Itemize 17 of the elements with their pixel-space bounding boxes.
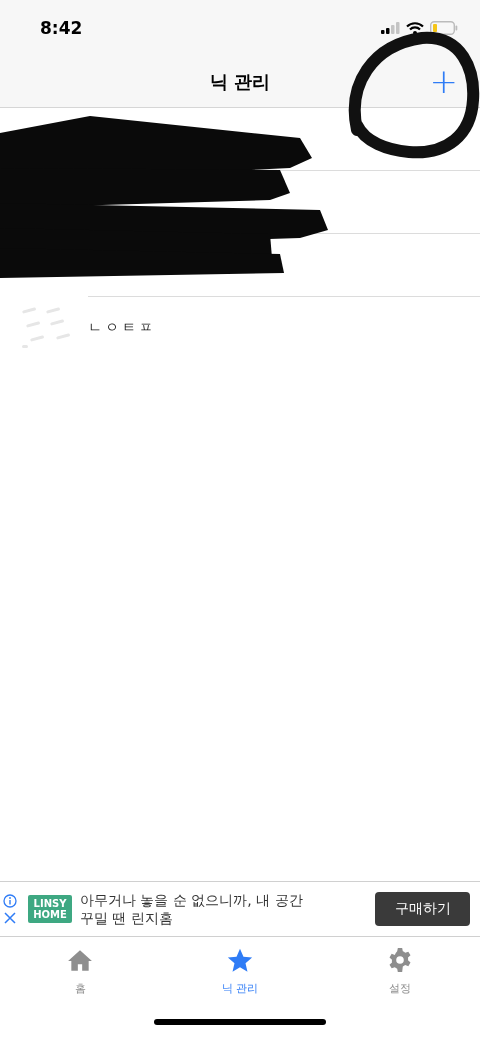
tab-item[interactable]: 홈 — [0, 937, 160, 1005]
status-time: 8:42 — [40, 18, 83, 38]
buy-button[interactable]: 구매하기 — [375, 892, 470, 926]
nickname-text: ㄴㅇㅌㅍ — [88, 319, 156, 337]
close-icon[interactable] — [4, 912, 16, 924]
wifi-icon — [406, 21, 424, 35]
signal-icon — [381, 22, 400, 34]
ad-text: 아무거나 놓을 순 없으니까, 내 공간 꾸밀 땐 린지홈 — [80, 891, 304, 927]
nav-title: 닉 관리 — [209, 69, 271, 94]
add-button[interactable]: + — [429, 64, 458, 98]
tab-item[interactable]: 닉 관리 — [160, 937, 320, 1005]
tab-item[interactable]: 설정 — [320, 937, 480, 1005]
settings-icon — [387, 947, 413, 973]
battery-icon — [430, 21, 458, 35]
star-icon — [227, 947, 253, 973]
info-icon[interactable] — [3, 894, 17, 908]
brand-logo: LINSY HOME — [28, 895, 72, 923]
